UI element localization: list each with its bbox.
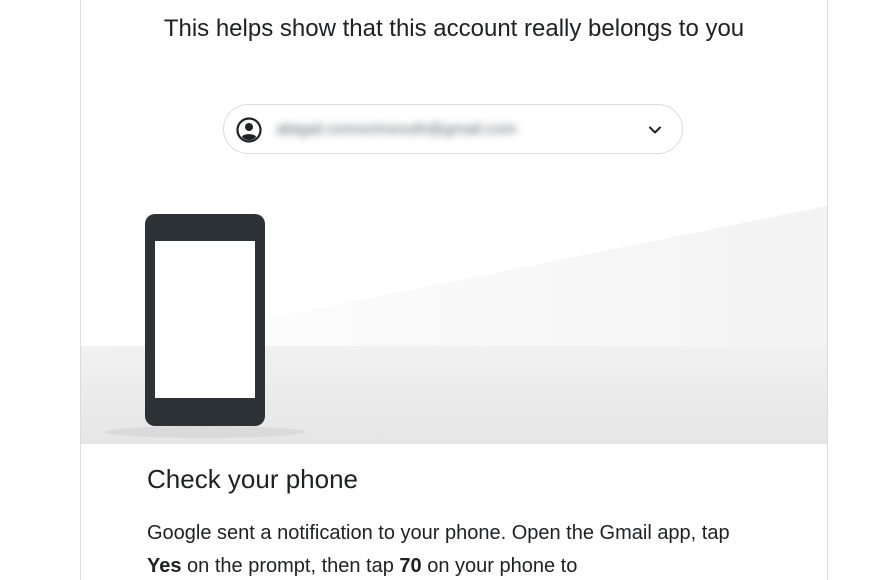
instruction-text: Google sent a notification to your phone… (147, 517, 747, 580)
chevron-down-icon (649, 126, 661, 134)
instruction-text-part: on the prompt, then tap (181, 555, 400, 577)
account-circle-icon (236, 117, 262, 143)
instruction-text-part: on your phone to (421, 555, 578, 577)
account-email: abigail.connorinsouth@gmail.com (276, 121, 517, 138)
page-heading: Check your phone (147, 464, 359, 494)
account-selector[interactable]: abigail.connorinsouth@gmail.com (223, 104, 683, 154)
instruction-text-part: Google sent a notification to your phone… (147, 522, 730, 544)
verification-number: 70 (399, 555, 422, 577)
page-subtitle: This helps show that this account really… (163, 15, 745, 42)
yes-emphasis: Yes (147, 555, 182, 577)
verification-card: This helps show that this account really… (80, 0, 828, 580)
phone-icon (145, 214, 265, 426)
phone-illustration (81, 196, 827, 444)
